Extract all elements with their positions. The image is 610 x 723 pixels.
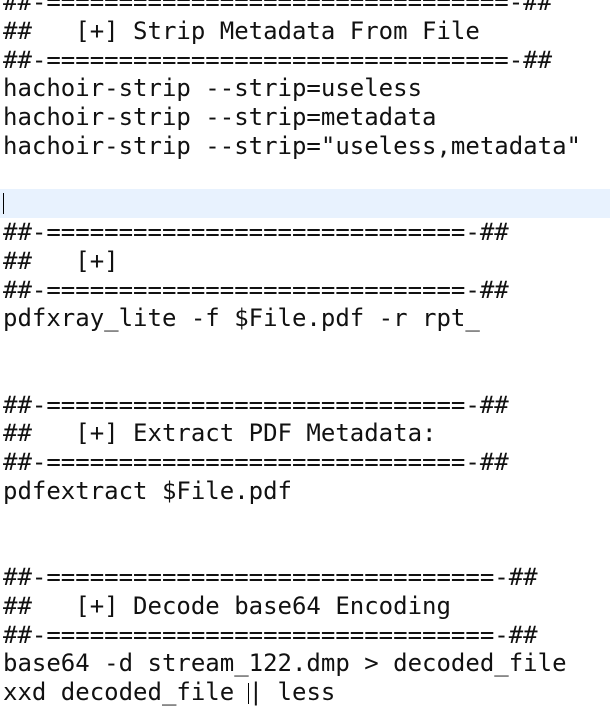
text-editor[interactable]: ##-================================-## #… [0,0,610,707]
editor-line[interactable]: xxd decoded_file | less [0,678,610,707]
editor-line[interactable]: pdfxray_lite -f $File.pdf -r rpt_ [0,304,610,333]
editor-line[interactable] [0,506,610,535]
editor-line[interactable]: ##-=============================-## [0,218,610,247]
editor-line[interactable]: ## [+] Extract PDF Metadata: [0,419,610,448]
editor-line[interactable]: ##-===============================-## [0,563,610,592]
editor-line-text: xxd decoded_file [3,678,249,706]
editor-line[interactable]: ##-=============================-## [0,448,610,477]
editor-line[interactable]: pdfextract $File.pdf [0,477,610,506]
editor-line[interactable]: hachoir-strip --strip=metadata [0,103,610,132]
editor-line[interactable]: base64 -d stream_122.dmp > decoded_file [0,649,610,678]
editor-line[interactable]: ## [+] Strip Metadata From File [0,17,610,46]
text-cursor [3,193,4,215]
editor-line[interactable] [0,534,610,563]
editor-line[interactable]: ##-================================-## [0,0,610,17]
editor-line[interactable]: ##-=============================-## [0,391,610,420]
editor-line[interactable]: hachoir-strip --strip="useless,metadata" [0,132,610,161]
editor-line[interactable] [0,362,610,391]
editor-line[interactable]: ## [+] [0,247,610,276]
editor-line[interactable]: ##-=============================-## [0,276,610,305]
editor-line[interactable]: ## [+] Decode base64 Encoding [0,592,610,621]
editor-line[interactable]: ##-===============================-## [0,621,610,650]
editor-line[interactable]: ##-================================-## [0,46,610,75]
editor-line[interactable] [0,161,610,190]
editor-line[interactable]: hachoir-strip --strip=useless [0,74,610,103]
editor-current-line[interactable] [0,189,610,218]
editor-line-text: | less [248,678,336,706]
editor-line[interactable] [0,333,610,362]
